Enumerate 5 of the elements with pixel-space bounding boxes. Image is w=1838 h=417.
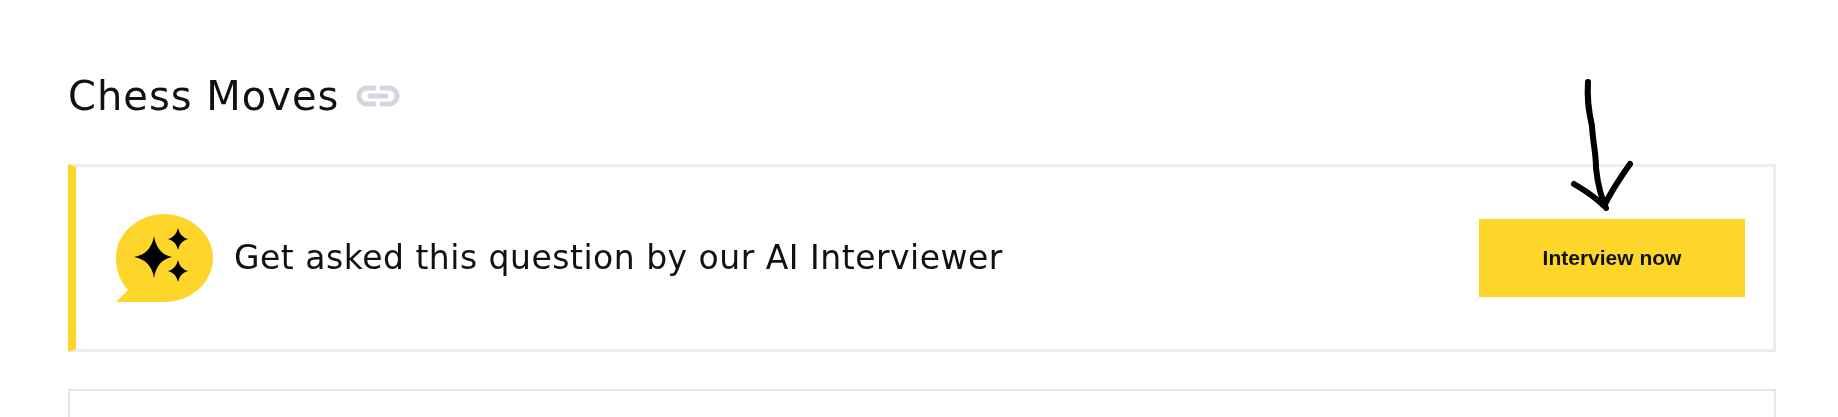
interview-button[interactable]: Interview now xyxy=(1479,219,1745,297)
page-heading: Chess Moves xyxy=(68,72,340,120)
sparkle-chat-icon xyxy=(114,212,214,304)
banner-text: Get asked this question by our AI Interviewer xyxy=(234,237,1003,280)
link-icon[interactable] xyxy=(355,84,402,108)
